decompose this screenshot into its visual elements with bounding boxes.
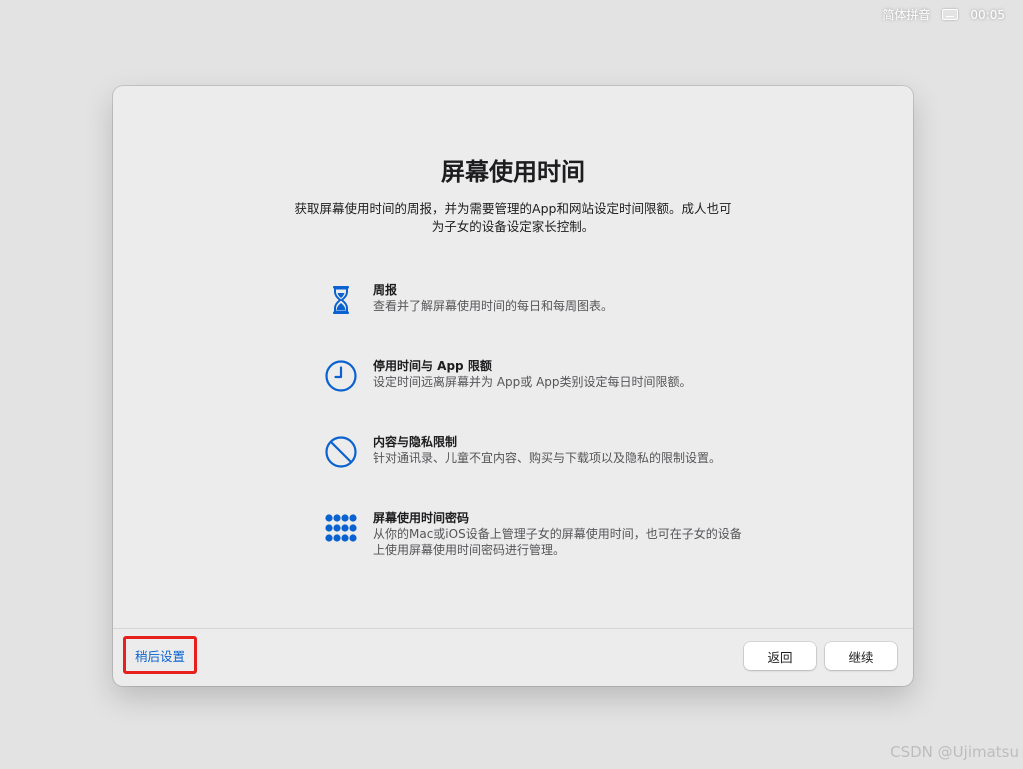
feature-description: 设定时间远离屏幕并为 App或 App类别设定每日时间限额。 [373, 375, 692, 389]
hourglass-icon [323, 282, 359, 318]
feature-description: 查看并了解屏幕使用时间的每日和每周图表。 [373, 299, 614, 313]
page-subtitle: 获取屏幕使用时间的周报，并为需要管理的App和网站设定时间限额。成人也可为子女的… [294, 201, 732, 234]
prohibited-icon [323, 434, 359, 470]
feature-text: 内容与隐私限制 针对通讯录、儿童不宜内容、购买与下载项以及隐私的限制设置。 [373, 434, 743, 466]
menu-bar: 简体拼音 00:05 [0, 0, 1023, 32]
menu-bar-clock[interactable]: 00:05 [970, 8, 1005, 22]
feature-text: 屏幕使用时间密码 从你的Mac或iOS设备上管理子女的屏幕使用时间，也可在子女的… [373, 510, 743, 558]
watermark: CSDN @Ujimatsu [890, 743, 1019, 761]
feature-title: 内容与隐私限制 [373, 435, 458, 449]
back-button[interactable]: 返回 [744, 642, 816, 670]
continue-button[interactable]: 继续 [825, 642, 897, 670]
clock-icon [323, 358, 359, 394]
feature-text: 周报 查看并了解屏幕使用时间的每日和每周图表。 [373, 282, 743, 314]
feature-title: 停用时间与 App 限额 [373, 359, 492, 373]
feature-title: 周报 [373, 283, 398, 297]
set-up-later-button[interactable]: 稍后设置 [123, 636, 197, 674]
screen-time-setup-window: 屏幕使用时间 获取屏幕使用时间的周报，并为需要管理的App和网站设定时间限额。成… [113, 86, 913, 686]
page-title: 屏幕使用时间 [441, 158, 585, 186]
footer-divider [113, 628, 913, 629]
feature-description: 从你的Mac或iOS设备上管理子女的屏幕使用时间，也可在子女的设备上使用屏幕使用… [373, 527, 742, 557]
keyboard-icon[interactable] [942, 9, 959, 20]
menu-bar-status: 简体拼音 00:05 [882, 6, 1005, 23]
feature-text: 停用时间与 App 限额 设定时间远离屏幕并为 App或 App类别设定每日时间… [373, 358, 743, 390]
passcode-keypad-icon [323, 510, 359, 546]
feature-description: 针对通讯录、儿童不宜内容、购买与下载项以及隐私的限制设置。 [373, 451, 722, 465]
input-method-menu[interactable]: 简体拼音 [882, 6, 930, 23]
feature-title: 屏幕使用时间密码 [373, 511, 470, 525]
